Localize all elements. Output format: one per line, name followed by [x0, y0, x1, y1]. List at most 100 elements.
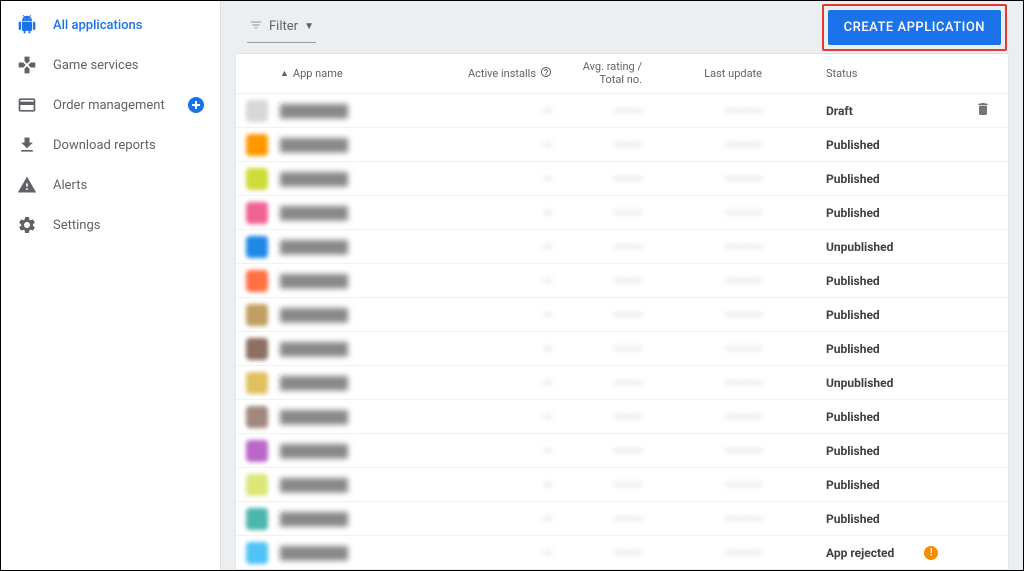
applications-table: ▲ App name Active installs Avg. rating /…	[235, 53, 1009, 570]
delete-icon[interactable]	[975, 101, 991, 120]
sidebar-item-label: All applications	[53, 18, 142, 33]
table-row[interactable]: ████████————————Published	[236, 332, 1008, 366]
column-last-update[interactable]: Last update	[646, 67, 766, 80]
last-update-cell: ————	[646, 274, 766, 288]
create-application-highlight: CREATE APPLICATION	[822, 4, 1007, 51]
sort-ascending-icon: ▲	[280, 68, 289, 79]
last-update-cell: ————	[646, 308, 766, 322]
app-name-cell: ████████	[276, 104, 456, 118]
status-cell: Unpublished	[766, 240, 958, 254]
last-update-cell: ————	[646, 172, 766, 186]
active-installs-cell: —	[456, 274, 556, 288]
table-row[interactable]: ████████————————Published	[236, 196, 1008, 230]
app-name-cell: ████████	[276, 410, 456, 424]
status-cell: Published	[766, 274, 958, 288]
sidebar-item-download-reports[interactable]: Download reports	[1, 125, 220, 165]
sidebar-item-game-services[interactable]: Game services	[1, 45, 220, 85]
status-cell: Published	[766, 478, 958, 492]
status-cell: App rejected	[766, 546, 958, 560]
status-cell: Draft	[766, 104, 958, 118]
avg-rating-cell: ———	[556, 410, 646, 424]
gear-icon	[17, 215, 37, 235]
table-row[interactable]: ████████————————Published	[236, 468, 1008, 502]
active-installs-cell: —	[456, 240, 556, 254]
column-avg-rating[interactable]: Avg. rating / Total no.	[556, 61, 646, 85]
last-update-cell: ————	[646, 478, 766, 492]
table-row[interactable]: ████████————————Published	[236, 502, 1008, 536]
app-name-cell: ████████	[276, 342, 456, 356]
caret-down-icon: ▼	[304, 21, 314, 32]
sidebar-item-settings[interactable]: Settings	[1, 205, 220, 245]
active-installs-cell: —	[456, 376, 556, 390]
table-row[interactable]: ████████————————Published	[236, 128, 1008, 162]
app-icon	[246, 100, 268, 122]
avg-rating-cell: ———	[556, 206, 646, 220]
active-installs-cell: —	[456, 512, 556, 526]
app-icon	[246, 508, 268, 530]
active-installs-cell: —	[456, 342, 556, 356]
avg-rating-cell: ———	[556, 172, 646, 186]
filter-label: Filter	[269, 19, 298, 34]
card-icon	[17, 95, 37, 115]
sidebar-item-label: Order management	[53, 98, 165, 113]
warning-icon	[924, 546, 938, 560]
sidebar: All applications Game services Order manag…	[1, 1, 221, 570]
active-installs-cell: —	[456, 138, 556, 152]
avg-rating-cell: ———	[556, 274, 646, 288]
last-update-cell: ————	[646, 206, 766, 220]
alert-icon	[17, 175, 37, 195]
column-status[interactable]: Status	[766, 67, 958, 80]
app-name-cell: ████████	[276, 308, 456, 322]
status-cell: Published	[766, 512, 958, 526]
app-icon	[246, 406, 268, 428]
status-cell: Published	[766, 308, 958, 322]
filter-dropdown[interactable]: Filter ▼	[247, 12, 316, 43]
main-area: Filter ▼ CREATE APPLICATION ▲ App name A…	[221, 1, 1023, 570]
app-name-cell: ████████	[276, 240, 456, 254]
column-app-name[interactable]: ▲ App name	[276, 67, 456, 80]
status-cell: Unpublished	[766, 376, 958, 390]
app-name-cell: ████████	[276, 546, 456, 560]
app-name-cell: ████████	[276, 444, 456, 458]
create-application-button[interactable]: CREATE APPLICATION	[828, 10, 1001, 45]
sidebar-item-all-applications[interactable]: All applications	[1, 5, 220, 45]
status-cell: Published	[766, 444, 958, 458]
table-row[interactable]: ████████————————Draft	[236, 94, 1008, 128]
status-cell: Published	[766, 206, 958, 220]
app-icon	[246, 338, 268, 360]
app-name-cell: ████████	[276, 206, 456, 220]
app-icon	[246, 134, 268, 156]
table-row[interactable]: ████████————————Unpublished	[236, 366, 1008, 400]
status-cell: Published	[766, 410, 958, 424]
table-row[interactable]: ████████————————Published	[236, 400, 1008, 434]
table-body: ████████————————Draft████████————————Pub…	[236, 94, 1008, 569]
table-row[interactable]: ████████————————App rejected	[236, 536, 1008, 569]
status-cell: Published	[766, 342, 958, 356]
app-icon	[246, 440, 268, 462]
active-installs-cell: —	[456, 546, 556, 560]
new-badge-icon	[188, 97, 204, 113]
sidebar-item-label: Settings	[53, 218, 100, 233]
avg-rating-cell: ———	[556, 376, 646, 390]
sidebar-item-order-management[interactable]: Order management	[1, 85, 220, 125]
sidebar-item-alerts[interactable]: Alerts	[1, 165, 220, 205]
table-row[interactable]: ████████————————Published	[236, 298, 1008, 332]
table-row[interactable]: ████████————————Published	[236, 434, 1008, 468]
last-update-cell: ————	[646, 376, 766, 390]
avg-rating-cell: ———	[556, 512, 646, 526]
table-row[interactable]: ████████————————Unpublished	[236, 230, 1008, 264]
app-frame: All applications Game services Order manag…	[0, 0, 1024, 571]
avg-rating-cell: ———	[556, 342, 646, 356]
sidebar-item-label: Alerts	[53, 178, 87, 193]
avg-rating-cell: ———	[556, 240, 646, 254]
last-update-cell: ————	[646, 138, 766, 152]
column-active-installs[interactable]: Active installs	[456, 66, 556, 81]
table-row[interactable]: ████████————————Published	[236, 162, 1008, 196]
last-update-cell: ————	[646, 240, 766, 254]
app-icon	[246, 372, 268, 394]
table-row[interactable]: ████████————————Published	[236, 264, 1008, 298]
last-update-cell: ————	[646, 444, 766, 458]
app-name-cell: ████████	[276, 512, 456, 526]
avg-rating-cell: ———	[556, 444, 646, 458]
app-icon	[246, 168, 268, 190]
